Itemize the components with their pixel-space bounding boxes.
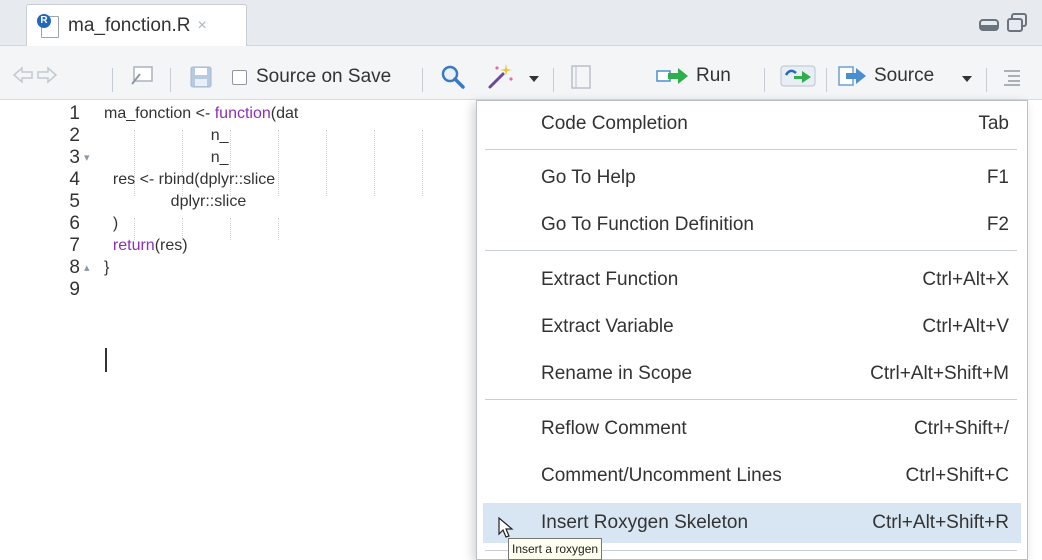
line-number: 4 (69, 169, 80, 190)
code-line: dplyr::slice (104, 193, 247, 210)
file-tab[interactable]: R ma_fonction.R × (26, 4, 247, 46)
maximize-pane-icon[interactable] (1006, 12, 1028, 34)
line-number: 1 (69, 103, 80, 124)
run-button[interactable]: Run (656, 65, 731, 87)
source-button[interactable]: Source (838, 65, 934, 87)
fold-toggle-icon[interactable]: ▾ (84, 147, 90, 169)
run-arrow-icon (656, 68, 688, 84)
source-arrow-icon (838, 66, 866, 86)
close-tab-icon[interactable]: × (198, 17, 207, 35)
code-line: ) (104, 215, 119, 232)
save-icon[interactable] (190, 66, 212, 88)
code-line: n_ (104, 149, 229, 166)
line-number: 5 (69, 191, 80, 212)
code-tools-dropdown-icon[interactable] (529, 76, 539, 84)
menu-item-extract-variable[interactable]: Extract Variable Ctrl+Alt+V (483, 307, 1021, 347)
line-number: 8 (69, 257, 80, 278)
menu-item-go-to-help[interactable]: Go To Help F1 (483, 158, 1021, 198)
menu-item-go-to-function-definition[interactable]: Go To Function Definition F2 (483, 205, 1021, 245)
code-tools-wand-icon[interactable] (486, 62, 514, 90)
minimize-pane-icon[interactable] (978, 12, 1000, 34)
file-tab-label: ma_fonction.R (68, 14, 191, 36)
document-outline-icon[interactable] (1002, 68, 1022, 86)
text-cursor (105, 348, 107, 372)
tooltip: Insert a roxygen (508, 538, 603, 560)
source-on-save-label: Source on Save (256, 66, 392, 87)
code-line: n_ (104, 127, 229, 144)
code-line: return(res) (112, 237, 188, 254)
line-number: 3 (69, 147, 80, 168)
menu-item-comment-uncomment-lines[interactable]: Comment/Uncomment Lines Ctrl+Shift+C (483, 456, 1021, 496)
compile-report-icon[interactable] (570, 65, 592, 89)
line-number: 7 (69, 235, 80, 256)
rerun-icon[interactable] (780, 64, 816, 88)
line-number: 6 (69, 213, 80, 234)
menu-item-rename-in-scope[interactable]: Rename in Scope Ctrl+Alt+Shift+M (483, 354, 1021, 394)
code-line: res <- rbind(dplyr::slice (104, 171, 276, 188)
menu-item-insert-roxygen-skeleton[interactable]: Insert Roxygen Skeleton Ctrl+Alt+Shift+R (483, 503, 1021, 543)
code-line: ma_fonction <- function(dat (104, 105, 299, 122)
line-number: 9 (69, 279, 80, 300)
run-label: Run (696, 65, 731, 86)
show-in-window-icon[interactable] (130, 66, 154, 86)
forward-arrow-icon[interactable] (36, 64, 58, 86)
source-dropdown-icon[interactable] (962, 76, 972, 84)
search-icon[interactable] (440, 64, 466, 90)
menu-item-code-completion[interactable]: Code Completion Tab (483, 104, 1021, 144)
editor-tab-bar: R ma_fonction.R × (0, 0, 1042, 46)
code-tools-menu: Code Completion Tab Go To Help F1 Go To Fu… (476, 100, 1028, 560)
fold-toggle-icon[interactable]: ▴ (84, 257, 90, 279)
code-line: } (104, 259, 110, 276)
line-number: 2 (69, 125, 80, 146)
r-file-icon: R (37, 13, 61, 38)
menu-item-reflow-comment[interactable]: Reflow Comment Ctrl+Shift+/ (483, 409, 1021, 449)
menu-item-extract-function[interactable]: Extract Function Ctrl+Alt+X (483, 260, 1021, 300)
source-label: Source (874, 65, 935, 86)
source-on-save-checkbox[interactable] (232, 69, 247, 85)
back-arrow-icon[interactable] (12, 64, 34, 86)
source-on-save-toggle[interactable]: Source on Save (232, 66, 391, 88)
